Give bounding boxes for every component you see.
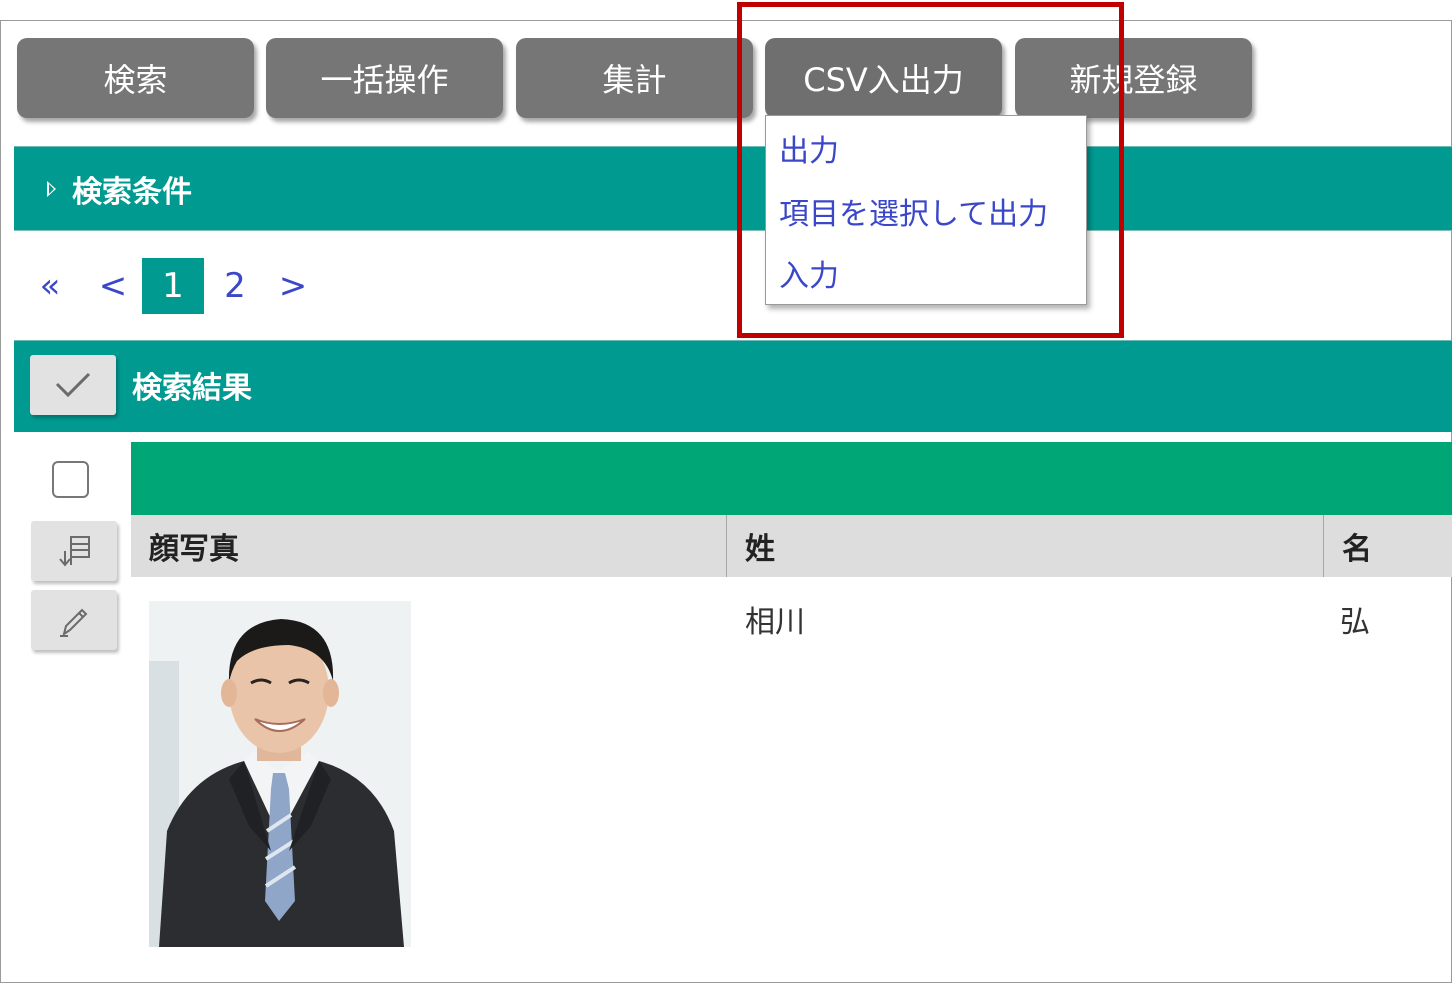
search-results-title: 検索結果 (132, 371, 252, 406)
search-conditions-header[interactable]: 検索条件 (14, 146, 1452, 231)
edit-button[interactable] (31, 590, 117, 650)
search-results-header: 検索結果 (14, 340, 1452, 432)
aggregate-button[interactable]: 集計 (516, 38, 753, 118)
column-header-photo[interactable]: 顔写真 (131, 515, 726, 577)
next-page-link[interactable]: > (278, 258, 308, 314)
search-conditions-title: 検索条件 (72, 175, 192, 210)
bulk-operation-button[interactable]: 一括操作 (266, 38, 503, 118)
highlight-box (737, 2, 1124, 338)
first-page-link[interactable]: « (30, 258, 70, 314)
table-header-row: 顔写真 姓 名 (131, 515, 1452, 577)
prev-page-link[interactable]: < (98, 258, 128, 314)
expand-triangle-icon (47, 181, 56, 197)
table-top-strip (131, 442, 1452, 515)
sort-button[interactable] (31, 521, 117, 581)
checkmark-icon (55, 372, 91, 398)
column-header-last-name[interactable]: 姓 (727, 515, 1323, 577)
column-header-first-name[interactable]: 名 (1324, 515, 1452, 577)
sort-icon (59, 536, 90, 567)
page-1-link[interactable]: 1 (142, 258, 204, 314)
cell-last-name: 相川 (745, 605, 805, 640)
select-all-button[interactable] (30, 355, 116, 415)
row-select-checkbox[interactable] (52, 461, 89, 498)
pencil-icon (60, 608, 88, 637)
cell-first-name: 弘 (1340, 605, 1370, 640)
face-photo (149, 601, 411, 947)
page-2-link[interactable]: 2 (216, 258, 254, 314)
search-button[interactable]: 検索 (17, 38, 254, 118)
